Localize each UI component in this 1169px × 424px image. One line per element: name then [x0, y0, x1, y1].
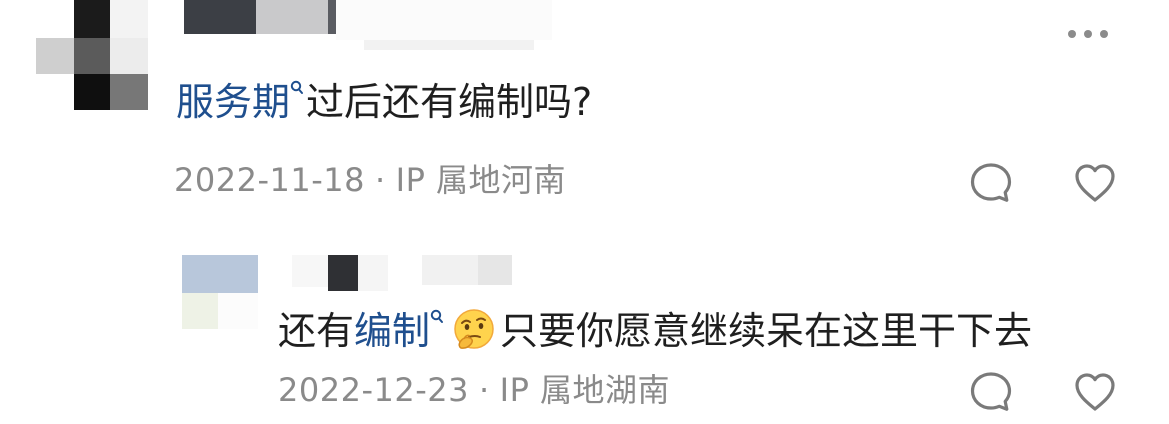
heart-icon[interactable] [1072, 160, 1118, 206]
ip-location: IP 属地河南 [395, 161, 567, 199]
search-icon[interactable] [290, 80, 304, 100]
reply-item: 还有编制 只要你愿意继续呆在这里干下去 2022-12-23 · IP 属地湖南 [0, 215, 1169, 424]
avatar[interactable] [36, 0, 148, 112]
comment-body: 只要你愿意继续呆在这里干下去 [500, 309, 1033, 353]
comment-body: 过后还有编制吗? [306, 80, 593, 124]
comment-date: 2022-12-23 [278, 371, 469, 409]
username[interactable] [292, 255, 522, 295]
meta-separator: · [374, 161, 386, 199]
ip-location: IP 属地湖南 [499, 371, 671, 409]
comment-meta: 2022-12-23 · IP 属地湖南 [278, 370, 670, 410]
username[interactable] [184, 0, 552, 52]
heart-icon[interactable] [1072, 369, 1118, 415]
comment-prefix: 还有 [278, 309, 355, 353]
avatar[interactable] [182, 255, 258, 331]
more-dots-icon[interactable] [1068, 24, 1112, 44]
comment-text: 还有编制 只要你愿意继续呆在这里干下去 [278, 307, 1032, 355]
thinking-face-emoji [452, 308, 496, 352]
comment-meta: 2022-11-18 · IP 属地河南 [174, 160, 566, 200]
comment-date: 2022-11-18 [174, 161, 365, 199]
search-icon[interactable] [430, 309, 444, 329]
reply-bubble-icon[interactable] [968, 160, 1014, 206]
comment-text: 服务期 过后还有编制吗? [176, 78, 592, 126]
keyword-link[interactable]: 服务期 [176, 80, 290, 124]
meta-separator: · [478, 371, 490, 409]
comment-item: 服务期 过后还有编制吗? 2022-11-18 · IP 属地河南 [0, 0, 1169, 215]
reply-bubble-icon[interactable] [968, 369, 1014, 415]
keyword-link[interactable]: 编制 [354, 309, 430, 353]
